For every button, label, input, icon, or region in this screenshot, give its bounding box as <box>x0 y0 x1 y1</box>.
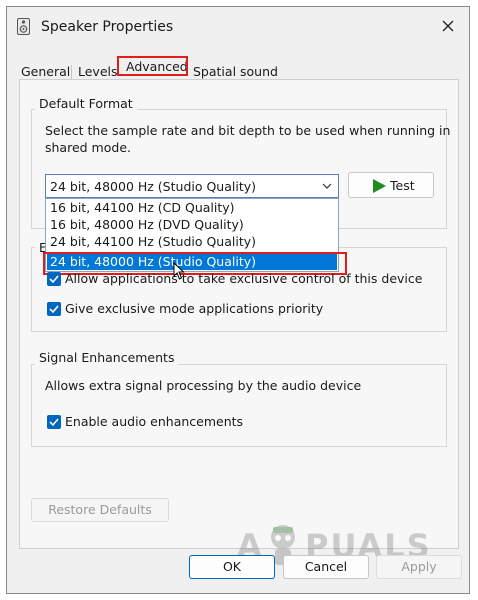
tab-separator <box>71 65 72 79</box>
speaker-properties-window: Speaker Properties General Levels Advanc… <box>6 6 470 594</box>
close-icon[interactable] <box>439 17 457 35</box>
checkmark-icon <box>49 305 59 314</box>
signal-enhancements-legend: Signal Enhancements <box>35 350 179 365</box>
test-button-label: Test <box>390 178 415 193</box>
test-button[interactable]: Test <box>348 172 434 198</box>
default-format-description-1: Select the sample rate and bit depth to … <box>45 123 451 138</box>
enable-enhancements-checkbox[interactable] <box>47 415 61 429</box>
checkmark-icon <box>49 275 59 284</box>
default-format-description-2: shared mode. <box>45 140 131 155</box>
format-select-value: 24 bit, 48000 Hz (Studio Quality) <box>50 179 257 194</box>
allow-exclusive-checkbox[interactable] <box>47 272 61 286</box>
signal-enhancements-description: Allows extra signal processing by the au… <box>45 378 362 393</box>
checkmark-icon <box>49 418 59 427</box>
exclusive-priority-label: Give exclusive mode applications priorit… <box>65 301 324 316</box>
dropdown-option-16-44100[interactable]: 16 bit, 44100 Hz (CD Quality) <box>50 200 235 216</box>
allow-exclusive-label: Allow applications to take exclusive con… <box>65 271 423 286</box>
speaker-icon <box>17 18 30 35</box>
title-bar: Speaker Properties <box>7 7 469 45</box>
cancel-button[interactable]: Cancel <box>283 555 369 579</box>
advanced-tab-highlight <box>117 56 188 76</box>
enable-enhancements-label: Enable audio enhancements <box>65 414 244 429</box>
ok-button[interactable]: OK <box>189 555 275 579</box>
default-format-legend: Default Format <box>35 96 137 111</box>
exclusive-priority-checkbox[interactable] <box>47 302 61 316</box>
tab-levels[interactable]: Levels <box>78 64 118 79</box>
tab-general[interactable]: General <box>21 64 70 79</box>
chevron-down-icon <box>322 183 332 189</box>
dropdown-option-16-48000[interactable]: 16 bit, 48000 Hz (DVD Quality) <box>50 217 244 233</box>
window-title: Speaker Properties <box>41 19 174 35</box>
restore-defaults-button[interactable]: Restore Defaults <box>31 498 169 522</box>
play-icon <box>373 179 386 193</box>
dropdown-option-24-44100[interactable]: 24 bit, 44100 Hz (Studio Quality) <box>50 234 256 250</box>
format-select[interactable]: 24 bit, 48000 Hz (Studio Quality) <box>45 174 339 198</box>
apply-button[interactable]: Apply <box>376 555 462 579</box>
tab-spatial-sound[interactable]: Spatial sound <box>193 64 278 79</box>
